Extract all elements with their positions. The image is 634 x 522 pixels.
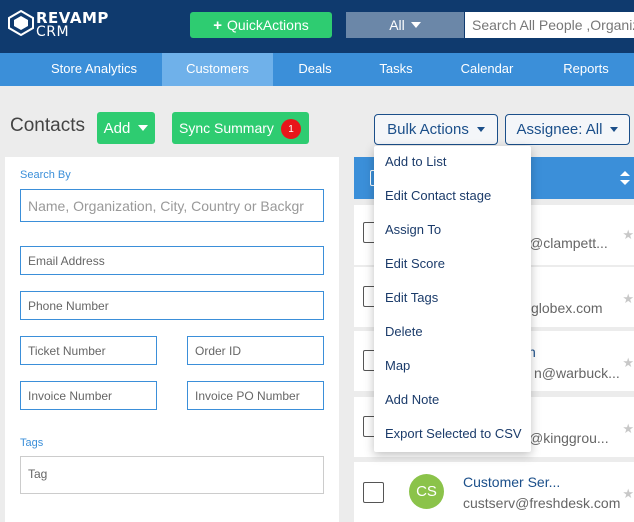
chevron-down-icon bbox=[138, 125, 149, 131]
plus-icon: + bbox=[213, 16, 223, 34]
sort-icon[interactable] bbox=[620, 171, 630, 185]
tags-label: Tags bbox=[20, 437, 44, 449]
avatar: CS bbox=[409, 474, 444, 509]
contact-email: custserv@freshdesk.com bbox=[463, 495, 621, 511]
chevron-down-icon bbox=[610, 127, 619, 132]
quick-actions-label: QuickActions bbox=[227, 17, 309, 33]
menu-item-edit-tags[interactable]: Edit Tags bbox=[385, 290, 438, 305]
main-nav: Store Analytics Customers Deals Tasks Ca… bbox=[0, 53, 634, 86]
top-header: REVAMP CRM + QuickActions All Search All… bbox=[0, 0, 634, 53]
menu-item-export-csv[interactable]: Export Selected to CSV bbox=[385, 426, 522, 441]
nav-item-customers[interactable]: Customers bbox=[162, 53, 273, 86]
email-field[interactable]: Email Address bbox=[20, 246, 324, 275]
search-panel: Search By Name, Organization, City, Coun… bbox=[5, 157, 339, 522]
contact-email: @clampett... bbox=[529, 235, 608, 251]
menu-item-delete[interactable]: Delete bbox=[385, 324, 423, 339]
star-icon[interactable]: ★ bbox=[622, 355, 634, 371]
nav-item-store-analytics[interactable]: Store Analytics bbox=[35, 53, 153, 86]
chevron-down-icon bbox=[476, 127, 485, 132]
global-search-input[interactable]: Search All People ,Organiz bbox=[465, 12, 634, 38]
ticket-number-field[interactable]: Ticket Number bbox=[20, 336, 157, 365]
row-checkbox[interactable] bbox=[363, 482, 384, 503]
contact-name[interactable]: Customer Ser... bbox=[463, 474, 560, 490]
menu-item-add-to-list[interactable]: Add to List bbox=[385, 154, 446, 169]
star-icon[interactable]: ★ bbox=[622, 291, 634, 307]
brand-logo[interactable]: REVAMP CRM bbox=[8, 9, 118, 43]
menu-item-add-note[interactable]: Add Note bbox=[385, 392, 439, 407]
bulk-actions-button[interactable]: Bulk Actions bbox=[374, 114, 498, 145]
bulk-actions-label: Bulk Actions bbox=[387, 121, 469, 138]
sync-summary-label: Sync Summary bbox=[179, 120, 274, 136]
brand-line2: CRM bbox=[36, 24, 70, 40]
chevron-down-icon bbox=[410, 22, 421, 28]
tag-input[interactable]: Tag bbox=[20, 456, 324, 494]
assignee-filter-button[interactable]: Assignee: All bbox=[505, 114, 630, 145]
contact-email: @kinggrou... bbox=[529, 430, 609, 446]
invoice-po-number-field[interactable]: Invoice PO Number bbox=[187, 381, 324, 410]
nav-item-deals[interactable]: Deals bbox=[285, 53, 345, 86]
invoice-number-field[interactable]: Invoice Number bbox=[20, 381, 157, 410]
page-title: Contacts bbox=[10, 115, 85, 136]
star-icon[interactable]: ★ bbox=[622, 421, 634, 437]
star-icon[interactable]: ★ bbox=[622, 227, 634, 243]
nav-item-reports[interactable]: Reports bbox=[553, 53, 619, 86]
search-by-label: Search By bbox=[20, 169, 71, 181]
sync-summary-button[interactable]: Sync Summary 1 bbox=[172, 112, 309, 144]
menu-item-map[interactable]: Map bbox=[385, 358, 410, 373]
menu-item-edit-score[interactable]: Edit Score bbox=[385, 256, 445, 271]
phone-field[interactable]: Phone Number bbox=[20, 291, 324, 320]
star-icon[interactable]: ★ bbox=[622, 486, 634, 502]
assignee-label: Assignee: All bbox=[516, 121, 603, 138]
contact-email: n@warbuck... bbox=[534, 365, 620, 381]
table-row[interactable]: CS Customer Ser... custserv@freshdesk.co… bbox=[354, 462, 634, 522]
search-scope-value: All bbox=[389, 17, 405, 33]
add-button[interactable]: Add bbox=[97, 112, 155, 144]
quick-actions-button[interactable]: + QuickActions bbox=[190, 12, 332, 38]
menu-item-edit-contact-stage[interactable]: Edit Contact stage bbox=[385, 188, 491, 203]
search-main-input[interactable]: Name, Organization, City, Country or Bac… bbox=[20, 189, 324, 222]
notification-badge: 1 bbox=[281, 119, 301, 139]
nav-item-tasks[interactable]: Tasks bbox=[370, 53, 422, 86]
add-label: Add bbox=[103, 119, 131, 137]
bulk-actions-menu: Add to List Edit Contact stage Assign To… bbox=[374, 146, 531, 452]
order-id-field[interactable]: Order ID bbox=[187, 336, 324, 365]
nav-item-calendar[interactable]: Calendar bbox=[448, 53, 526, 86]
logo-icon bbox=[8, 10, 34, 36]
menu-item-assign-to[interactable]: Assign To bbox=[385, 222, 441, 237]
contact-email: globex.com bbox=[531, 300, 603, 316]
search-scope-select[interactable]: All bbox=[346, 12, 464, 38]
